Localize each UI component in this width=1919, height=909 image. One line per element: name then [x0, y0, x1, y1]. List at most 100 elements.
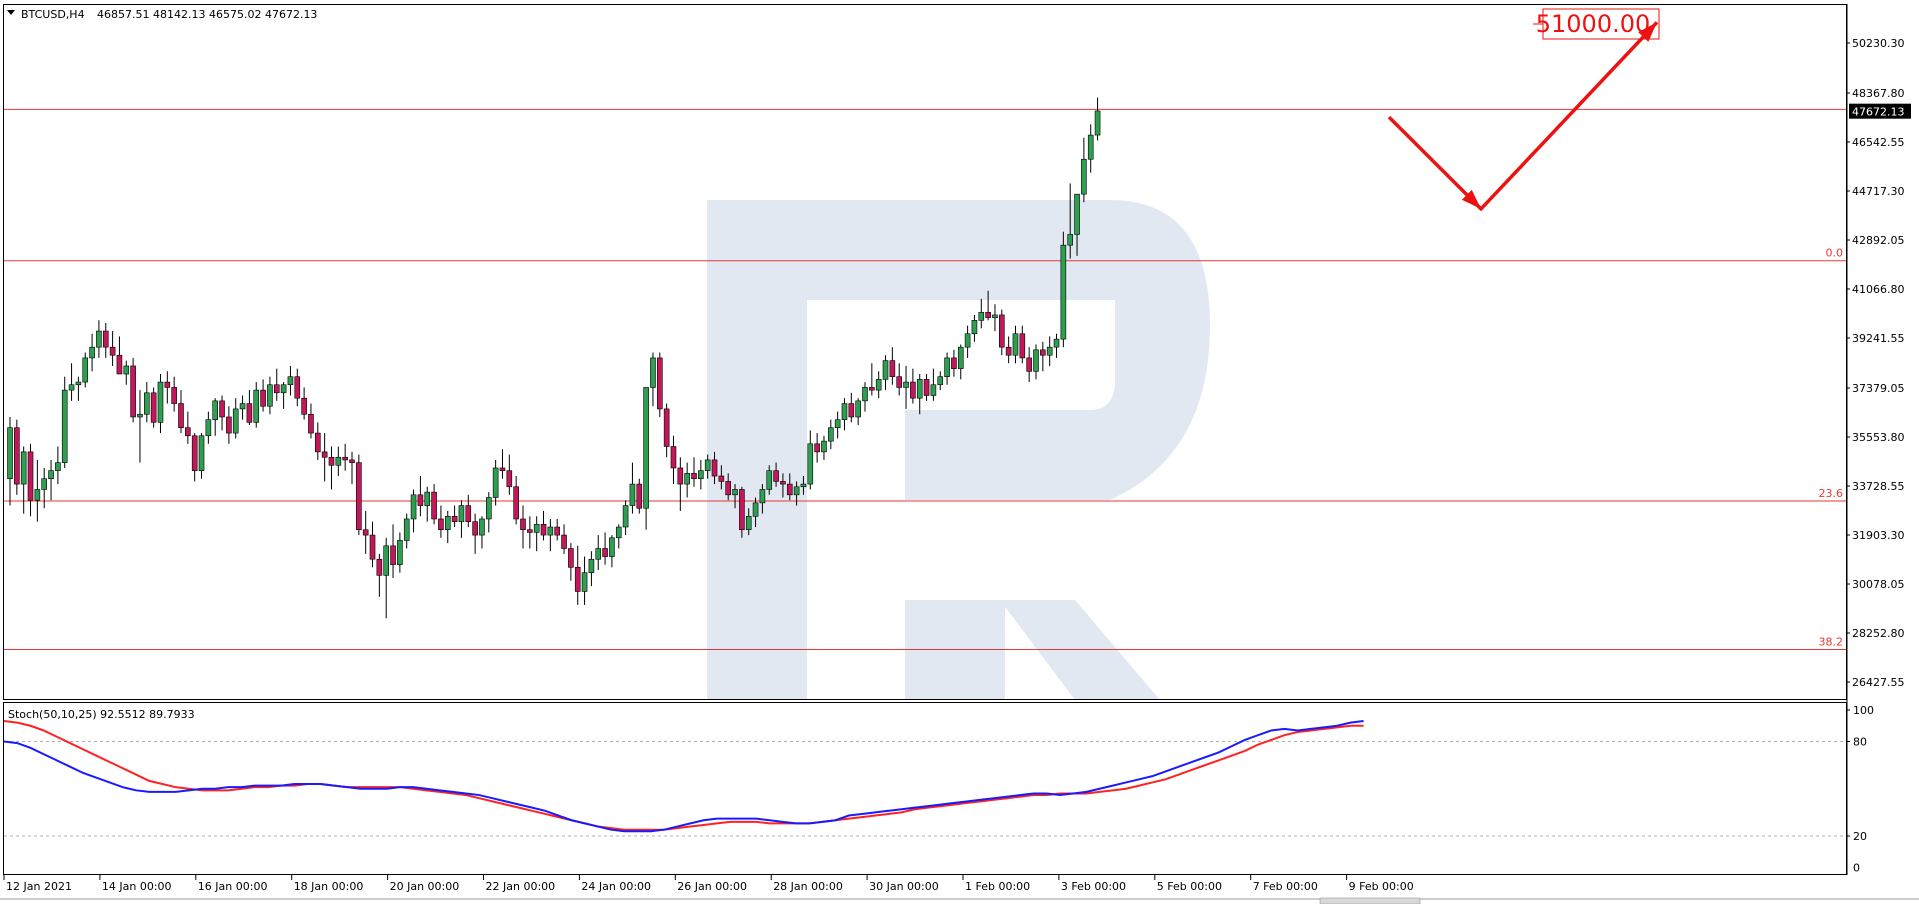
time-tick-label: 30 Jan 00:00 — [869, 880, 939, 893]
scrollbar-thumb[interactable] — [1319, 897, 1421, 905]
candle-body-bear — [773, 470, 779, 482]
price-tick-label: 50230.30 — [1852, 37, 1905, 50]
candle-body-bull — [732, 489, 738, 496]
candle-body-bear — [438, 518, 444, 531]
candle-body-bear — [219, 400, 225, 418]
candle-body-bull — [595, 548, 602, 560]
candle-body-bull — [581, 572, 588, 592]
candle-body-bull — [588, 558, 595, 573]
candle-body-bull — [800, 483, 807, 488]
candle-body-bull — [267, 384, 273, 407]
candle-body-bear — [130, 365, 136, 418]
candle-body-bull — [157, 381, 164, 423]
candle-body-bear — [308, 413, 314, 434]
time-tick-label: 14 Jan 00:00 — [102, 880, 172, 893]
candle-body-bear — [171, 387, 177, 404]
candle-body-bull — [212, 400, 218, 420]
candle-body-bull — [383, 545, 390, 576]
time-tick-label: 28 Jan 00:00 — [773, 880, 843, 893]
candle-body-bear — [376, 558, 383, 576]
candle-body-bear — [356, 462, 362, 531]
ohlc-values: 46857.51 48142.13 46575.02 47672.13 — [97, 8, 317, 21]
candle-body-bull — [1046, 346, 1053, 356]
candle-body-bull — [903, 381, 909, 388]
candle-body-bear — [226, 416, 232, 434]
candle-body-bear — [869, 387, 875, 391]
candle-body-bear — [451, 515, 458, 522]
candle-body-bull — [239, 403, 246, 410]
chart-canvas: 0.0 23.6 38.2 51000.00 50230.30 48367.80 465… — [0, 0, 1919, 905]
candle-body-bear — [1019, 333, 1026, 359]
level-label: 0.0 — [1826, 247, 1844, 260]
candle-body-bear — [780, 481, 786, 485]
candle-body-bull — [650, 357, 656, 388]
candle-body-bull — [68, 384, 75, 391]
candle-body-bull — [821, 440, 827, 453]
time-tick-label: 7 Feb 00:00 — [1253, 880, 1318, 893]
candle-body-bear — [465, 505, 472, 522]
candle — [656, 352, 663, 417]
candle-body-bear — [718, 475, 725, 482]
candle-body-bear — [390, 545, 396, 565]
candle-body-bull — [1033, 349, 1039, 372]
candle-body-bear — [554, 526, 561, 536]
candle-body-bear — [985, 311, 991, 318]
time-tick-label: 9 Feb 00:00 — [1349, 880, 1414, 893]
candle-body-bull — [424, 491, 431, 506]
candle-body-bull — [978, 311, 985, 321]
candle — [643, 387, 649, 530]
candle-body-bear — [540, 524, 547, 536]
candle-body-bull — [444, 515, 451, 531]
candle-body-bull — [684, 473, 690, 485]
level-label: 23.6 — [1819, 487, 1844, 500]
candle-body-bull — [403, 518, 410, 541]
candle-body-bull — [704, 459, 711, 471]
candle-body-bull — [1074, 193, 1080, 235]
candle-body-bear — [191, 435, 198, 471]
candle-body-bear — [178, 403, 184, 429]
candle-body-bull — [492, 467, 499, 498]
stoch-tick-label: 20 — [1853, 830, 1867, 843]
candle-body-bull — [862, 387, 868, 402]
candle-body-bear — [896, 376, 903, 388]
current-price-label: 47672.13 — [1852, 106, 1905, 119]
candle-body-bull — [287, 376, 294, 386]
stoch-tick-label: 0 — [1853, 862, 1860, 875]
candle-body-bear — [362, 529, 369, 536]
price-tick-label: 41066.80 — [1852, 283, 1905, 296]
candle-body-bull — [20, 451, 27, 485]
candle-body-bear — [513, 486, 519, 520]
time-tick-label: 3 Feb 00:00 — [1061, 880, 1126, 893]
candle-body-bear — [349, 459, 355, 463]
price-tick-label: 31903.30 — [1852, 529, 1905, 542]
stoch-label: Stoch(50,10,25) 92.5512 89.7933 — [8, 708, 195, 721]
candle-body-bear — [998, 314, 1005, 348]
candle-body-bear — [527, 529, 533, 533]
candle — [150, 387, 157, 428]
candle-body-bear — [109, 346, 116, 356]
candle-body-bull — [622, 505, 629, 528]
candle-body-bull — [61, 389, 68, 463]
price-tick-label: 42892.05 — [1852, 234, 1905, 247]
candle-body-bull — [34, 489, 41, 501]
candle-body-bull — [82, 357, 89, 383]
time-tick-label: 1 Feb 00:00 — [965, 880, 1030, 893]
candle-body-bear — [951, 357, 957, 369]
candle-body-bull — [335, 456, 342, 466]
candle-body-bull — [875, 379, 882, 391]
price-tick-label: 46542.55 — [1852, 136, 1905, 149]
candle-body-bull — [643, 387, 649, 509]
candle-body-bear — [568, 548, 574, 568]
candle-body-bear — [506, 470, 513, 488]
candle-body-bear — [636, 483, 643, 509]
candle-body-bear — [923, 379, 930, 396]
candle-body-bear — [185, 427, 191, 437]
candle-body-bear — [663, 408, 670, 447]
chart-root: 0.0 23.6 38.2 51000.00 50230.30 48367.80 465… — [0, 0, 1919, 905]
candle-body-bear — [431, 491, 437, 520]
candle-body-bear — [677, 467, 684, 485]
time-tick-label: 18 Jan 00:00 — [294, 880, 364, 893]
candle-body-bull — [841, 403, 848, 420]
candle-body-bull — [698, 470, 704, 480]
candle-body-bear — [27, 451, 34, 501]
